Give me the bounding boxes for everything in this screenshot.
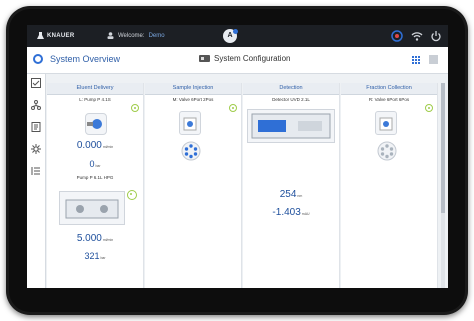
brand-logo: KNAUER — [37, 32, 74, 40]
welcome-area: Welcome: Demo — [107, 32, 165, 39]
status-ok-icon — [127, 190, 137, 200]
hpg-pump-device-image[interactable] — [59, 191, 125, 225]
sidebar — [27, 74, 46, 288]
wavelength-unit: nm — [297, 194, 303, 198]
network-icon[interactable] — [31, 100, 41, 110]
settings-icon[interactable] — [31, 144, 41, 154]
report-icon[interactable] — [31, 122, 41, 132]
valve-icon — [379, 117, 393, 131]
detector-icon — [251, 113, 331, 139]
panel-eluent-delivery: Eluent Delivery L: Pump P 4.1S 0.000ml/m… — [47, 83, 144, 288]
module-name: L: Pump P 4.1S — [79, 97, 111, 102]
module-panels: Eluent Delivery L: Pump P 4.1S 0.000ml/m… — [47, 83, 439, 288]
valve-device-image[interactable] — [375, 111, 397, 135]
pressure-value: 321bar — [47, 251, 143, 261]
flow-value: 5.000ml/min — [47, 233, 143, 244]
panel-title: Fraction Collection — [341, 83, 437, 95]
power-icon[interactable] — [430, 30, 442, 42]
panel-title: Sample Injection — [145, 83, 241, 95]
flow-unit: ml/min — [102, 238, 114, 242]
panels-scrollbar[interactable] — [441, 83, 445, 288]
pressure-value: 0bar — [47, 159, 143, 169]
flow-number: 0.000 — [76, 140, 102, 151]
pump-device-image[interactable] — [85, 113, 107, 135]
panel-title: Detection — [243, 83, 339, 95]
module-name: Pump P 6.1L HPG — [76, 175, 114, 180]
valve-icon — [183, 117, 197, 131]
notification-icon[interactable] — [391, 30, 403, 42]
absorbance-unit: mAU — [301, 212, 310, 216]
status-ok-icon — [425, 104, 433, 112]
flow-unit: ml/min — [102, 145, 114, 149]
flow-value: 0.000ml/min — [47, 140, 143, 151]
list-icon[interactable] — [31, 166, 41, 176]
flask-icon — [37, 32, 44, 39]
module-name: R: Valve 6Port 6Pos — [368, 97, 410, 102]
pressure-unit: bar — [95, 164, 101, 168]
pressure-number: 321 — [84, 251, 100, 261]
welcome-label: Welcome: — [118, 32, 145, 39]
page-title: System Overview — [50, 54, 121, 64]
detector-device-image[interactable] — [247, 109, 335, 143]
absorbance-value: -1.403mAU — [243, 207, 339, 218]
pump-icon — [87, 119, 102, 129]
valve-device-image[interactable] — [179, 111, 201, 135]
app-menu-letter: A — [227, 32, 233, 39]
page-header: System Overview System Configuration — [27, 47, 448, 74]
module-name: M: Valve 6Port 2Pos — [172, 97, 214, 102]
wavelength-number: 254 — [279, 189, 297, 200]
app-menu-icon[interactable]: A — [223, 29, 238, 43]
wavelength-value: 254nm — [243, 189, 339, 200]
pressure-number: 0 — [89, 159, 95, 169]
hpg-pump-icon — [65, 199, 119, 219]
system-configuration-button[interactable]: System Configuration — [199, 54, 290, 63]
system-configuration-label: System Configuration — [214, 54, 291, 63]
status-ok-icon — [229, 104, 237, 112]
module-name: Detector UVD 2.1L — [272, 97, 310, 102]
overview-icon — [33, 54, 43, 64]
grid-view-icon[interactable] — [411, 55, 420, 64]
status-bar: KNAUER Welcome: Demo A — [27, 25, 448, 47]
wifi-icon[interactable] — [411, 30, 423, 42]
pressure-unit: bar — [100, 256, 106, 260]
user-icon — [107, 32, 114, 39]
scrollbar-thumb[interactable] — [441, 83, 445, 213]
layout-toggle-icon[interactable] — [429, 55, 438, 64]
checklist-icon[interactable] — [31, 78, 41, 88]
valve-position-icon[interactable] — [181, 141, 201, 161]
flow-number: 5.000 — [76, 233, 102, 244]
valve-position-icon[interactable] — [377, 141, 397, 161]
panel-detection: Detection Detector UVD 2.1L 254nm -1.403… — [243, 83, 340, 288]
panel-title: Eluent Delivery — [47, 83, 143, 95]
notification-dot — [233, 29, 238, 34]
absorbance-number: -1.403 — [272, 207, 301, 218]
panel-fraction-collection: Fraction Collection R: Valve 6Port 6Pos — [341, 83, 438, 288]
user-name[interactable]: Demo — [149, 33, 165, 39]
panel-sample-injection: Sample Injection M: Valve 6Port 2Pos — [145, 83, 242, 288]
system-configuration-icon — [199, 55, 210, 62]
app-screen: KNAUER Welcome: Demo A System Overview S… — [27, 25, 448, 288]
brand-name: KNAUER — [47, 33, 75, 39]
status-ok-icon — [131, 104, 139, 112]
